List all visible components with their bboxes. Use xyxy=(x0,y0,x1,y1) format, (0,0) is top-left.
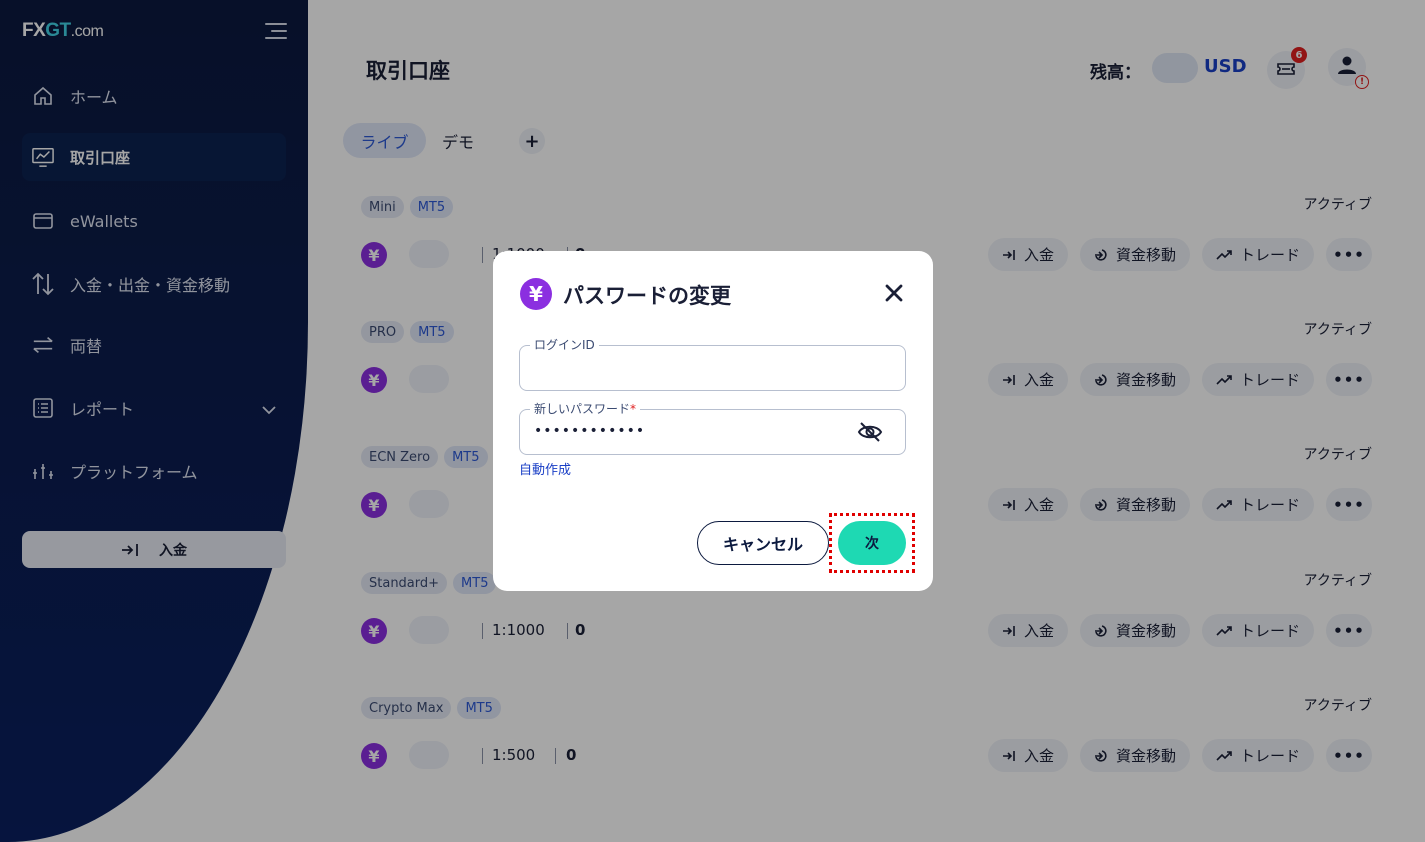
highlight-box xyxy=(829,513,915,573)
yen-currency-icon: ¥ xyxy=(520,278,552,310)
auto-generate-link[interactable]: 自動作成 xyxy=(519,459,571,478)
required-mark: * xyxy=(630,402,637,416)
new-password-value: •••••••••••• xyxy=(534,423,646,439)
close-icon[interactable] xyxy=(883,282,907,306)
modal-title: パスワードの変更 xyxy=(563,284,731,308)
new-password-field[interactable]: 新しいパスワード* •••••••••••• xyxy=(519,400,906,455)
eye-off-icon[interactable] xyxy=(857,420,883,448)
new-password-label: 新しいパスワード* xyxy=(530,400,641,417)
cancel-button[interactable]: キャンセル xyxy=(697,521,829,565)
login-id-field[interactable]: ログインID xyxy=(519,336,906,391)
login-id-label: ログインID xyxy=(530,336,599,353)
